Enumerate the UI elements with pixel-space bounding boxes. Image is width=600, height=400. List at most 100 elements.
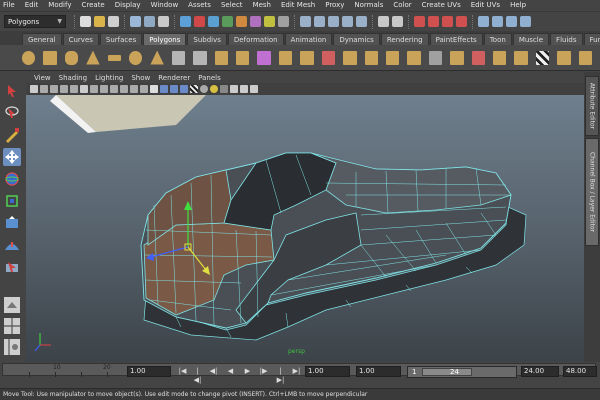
xray-joints-icon[interactable] (240, 85, 248, 93)
append-polygon-icon[interactable] (321, 50, 336, 65)
bridge-icon[interactable] (300, 50, 314, 65)
mask-surfaces-icon[interactable] (222, 16, 233, 27)
fill-hole-icon[interactable] (450, 50, 464, 65)
mask-joints-icon[interactable] (194, 16, 205, 27)
soft-modification-tool-icon[interactable] (3, 236, 21, 254)
menu-mesh[interactable]: Mesh (253, 0, 271, 11)
menu-edit-uvs[interactable]: Edit UVs (471, 0, 500, 11)
make-live-icon[interactable] (356, 16, 367, 27)
shelf-tab-polygons[interactable]: Polygons (143, 33, 187, 45)
mask-handles-icon[interactable] (180, 16, 191, 27)
save-scene-icon[interactable] (108, 16, 119, 27)
select-object-icon[interactable] (144, 16, 155, 27)
select-component-icon[interactable] (158, 16, 169, 27)
menu-display[interactable]: Display (115, 0, 141, 11)
xray-icon[interactable] (220, 85, 228, 93)
film-gate-icon[interactable] (90, 85, 98, 93)
render-frame-icon[interactable] (428, 16, 439, 27)
shelf-tab-animation[interactable]: Animation (284, 33, 333, 45)
panel-menu-renderer[interactable]: Renderer (158, 74, 190, 82)
grid-icon[interactable] (80, 85, 88, 93)
panel-menu-shading[interactable]: Shading (59, 74, 87, 82)
gate-mask-icon[interactable] (110, 85, 118, 93)
menu-edit-mesh[interactable]: Edit Mesh (281, 0, 315, 11)
camera-attributes-icon[interactable] (40, 85, 48, 93)
bevel-icon[interactable] (407, 50, 421, 65)
step-forward-frame-button[interactable]: |▶ (259, 367, 268, 376)
menu-set-dropdown[interactable]: Polygons ▼ (4, 15, 66, 28)
playback-end-time-field[interactable]: 24.00 (521, 366, 559, 377)
select-hierarchy-icon[interactable] (130, 16, 141, 27)
input-line-icon[interactable] (478, 16, 489, 27)
channel-box-toggle-icon[interactable] (520, 16, 531, 27)
xray-active-components-icon[interactable] (250, 85, 258, 93)
mask-curves-icon[interactable] (208, 16, 219, 27)
playback-start-time-field[interactable]: 1.00 (356, 366, 401, 377)
menu-create[interactable]: Create (81, 0, 104, 11)
select-tool-icon[interactable] (3, 82, 21, 100)
snap-grid-icon[interactable] (300, 16, 311, 27)
perspective-viewport[interactable]: persp (26, 95, 584, 362)
shelf-tab-rendering[interactable]: Rendering (380, 33, 429, 45)
shelf-tab-painteffects[interactable]: PaintEffects (429, 33, 483, 45)
panel-menu-lighting[interactable]: Lighting (95, 74, 123, 82)
shelf-tab-deformation[interactable]: Deformation (227, 33, 284, 45)
smooth-icon[interactable] (236, 50, 250, 65)
poly-plane-icon[interactable] (107, 54, 122, 61)
outliner-layout-icon[interactable] (3, 338, 21, 356)
planar-mapping-icon[interactable] (557, 50, 571, 65)
menu-create-uvs[interactable]: Create UVs (422, 0, 461, 11)
shelf-tab-dynamics[interactable]: Dynamics (333, 33, 380, 45)
menu-select[interactable]: Select (221, 0, 243, 11)
mask-deformations-icon[interactable] (236, 16, 247, 27)
insert-edge-loop-icon[interactable] (364, 50, 378, 65)
poly-pyramid-icon[interactable] (150, 50, 164, 65)
safe-title-icon[interactable] (140, 85, 148, 93)
checker-icon[interactable] (535, 50, 550, 65)
step-back-frame-button[interactable]: ◀| (209, 367, 218, 376)
menu-edit[interactable]: Edit (25, 0, 39, 11)
offset-edge-loop-icon[interactable] (385, 50, 400, 65)
snap-view-plane-icon[interactable] (342, 16, 353, 27)
snap-point-icon[interactable] (328, 16, 339, 27)
scale-tool-icon[interactable] (3, 192, 21, 210)
menu-color[interactable]: Color (393, 0, 411, 11)
panel-menu-panels[interactable]: Panels (198, 74, 221, 82)
combine-icon[interactable] (171, 50, 186, 65)
extract-icon[interactable] (214, 50, 229, 65)
attribute-editor-toggle-icon[interactable] (492, 16, 503, 27)
wireframe-on-shaded-icon[interactable] (170, 85, 178, 93)
average-vertices-icon[interactable] (257, 50, 271, 65)
menu-modify[interactable]: Modify (48, 0, 71, 11)
tool-settings-toggle-icon[interactable] (506, 16, 517, 27)
menu-proxy[interactable]: Proxy (325, 0, 344, 11)
reduce-icon[interactable] (471, 50, 485, 65)
shelf-tab-fluids[interactable]: Fluids (550, 33, 583, 45)
mask-misc-icon[interactable] (278, 16, 289, 27)
play-forwards-button[interactable]: ▶ (243, 367, 252, 376)
poly-cube-icon[interactable] (43, 50, 57, 65)
shelf-tab-subdivs[interactable]: Subdivs (187, 33, 227, 45)
go-to-end-button[interactable]: ▶| (292, 367, 301, 376)
shadows-icon[interactable] (200, 85, 208, 93)
extrude-icon[interactable] (278, 50, 293, 65)
animation-start-time-field[interactable]: 1.00 (305, 366, 350, 377)
menu-normals[interactable]: Normals (354, 0, 383, 11)
safe-action-icon[interactable] (130, 85, 138, 93)
four-view-layout-icon[interactable] (3, 317, 21, 335)
paint-select-tool-icon[interactable] (3, 126, 21, 144)
merge-icon[interactable] (428, 50, 443, 65)
poly-sphere-icon[interactable] (22, 50, 36, 65)
menu-assets[interactable]: Assets (188, 0, 211, 11)
textured-icon[interactable] (180, 85, 188, 93)
rotate-tool-icon[interactable] (3, 170, 21, 188)
wireframe-icon[interactable] (150, 85, 158, 93)
poly-torus-icon[interactable] (129, 50, 143, 65)
render-view-icon[interactable] (414, 16, 425, 27)
new-scene-icon[interactable] (80, 16, 91, 27)
panel-menu-view[interactable]: View (34, 74, 51, 82)
step-forward-key-button[interactable]: |▶| (276, 367, 285, 384)
play-backwards-button[interactable]: ◀ (226, 367, 235, 376)
render-settings-icon[interactable] (456, 16, 467, 27)
show-manipulator-tool-icon[interactable] (3, 258, 21, 276)
